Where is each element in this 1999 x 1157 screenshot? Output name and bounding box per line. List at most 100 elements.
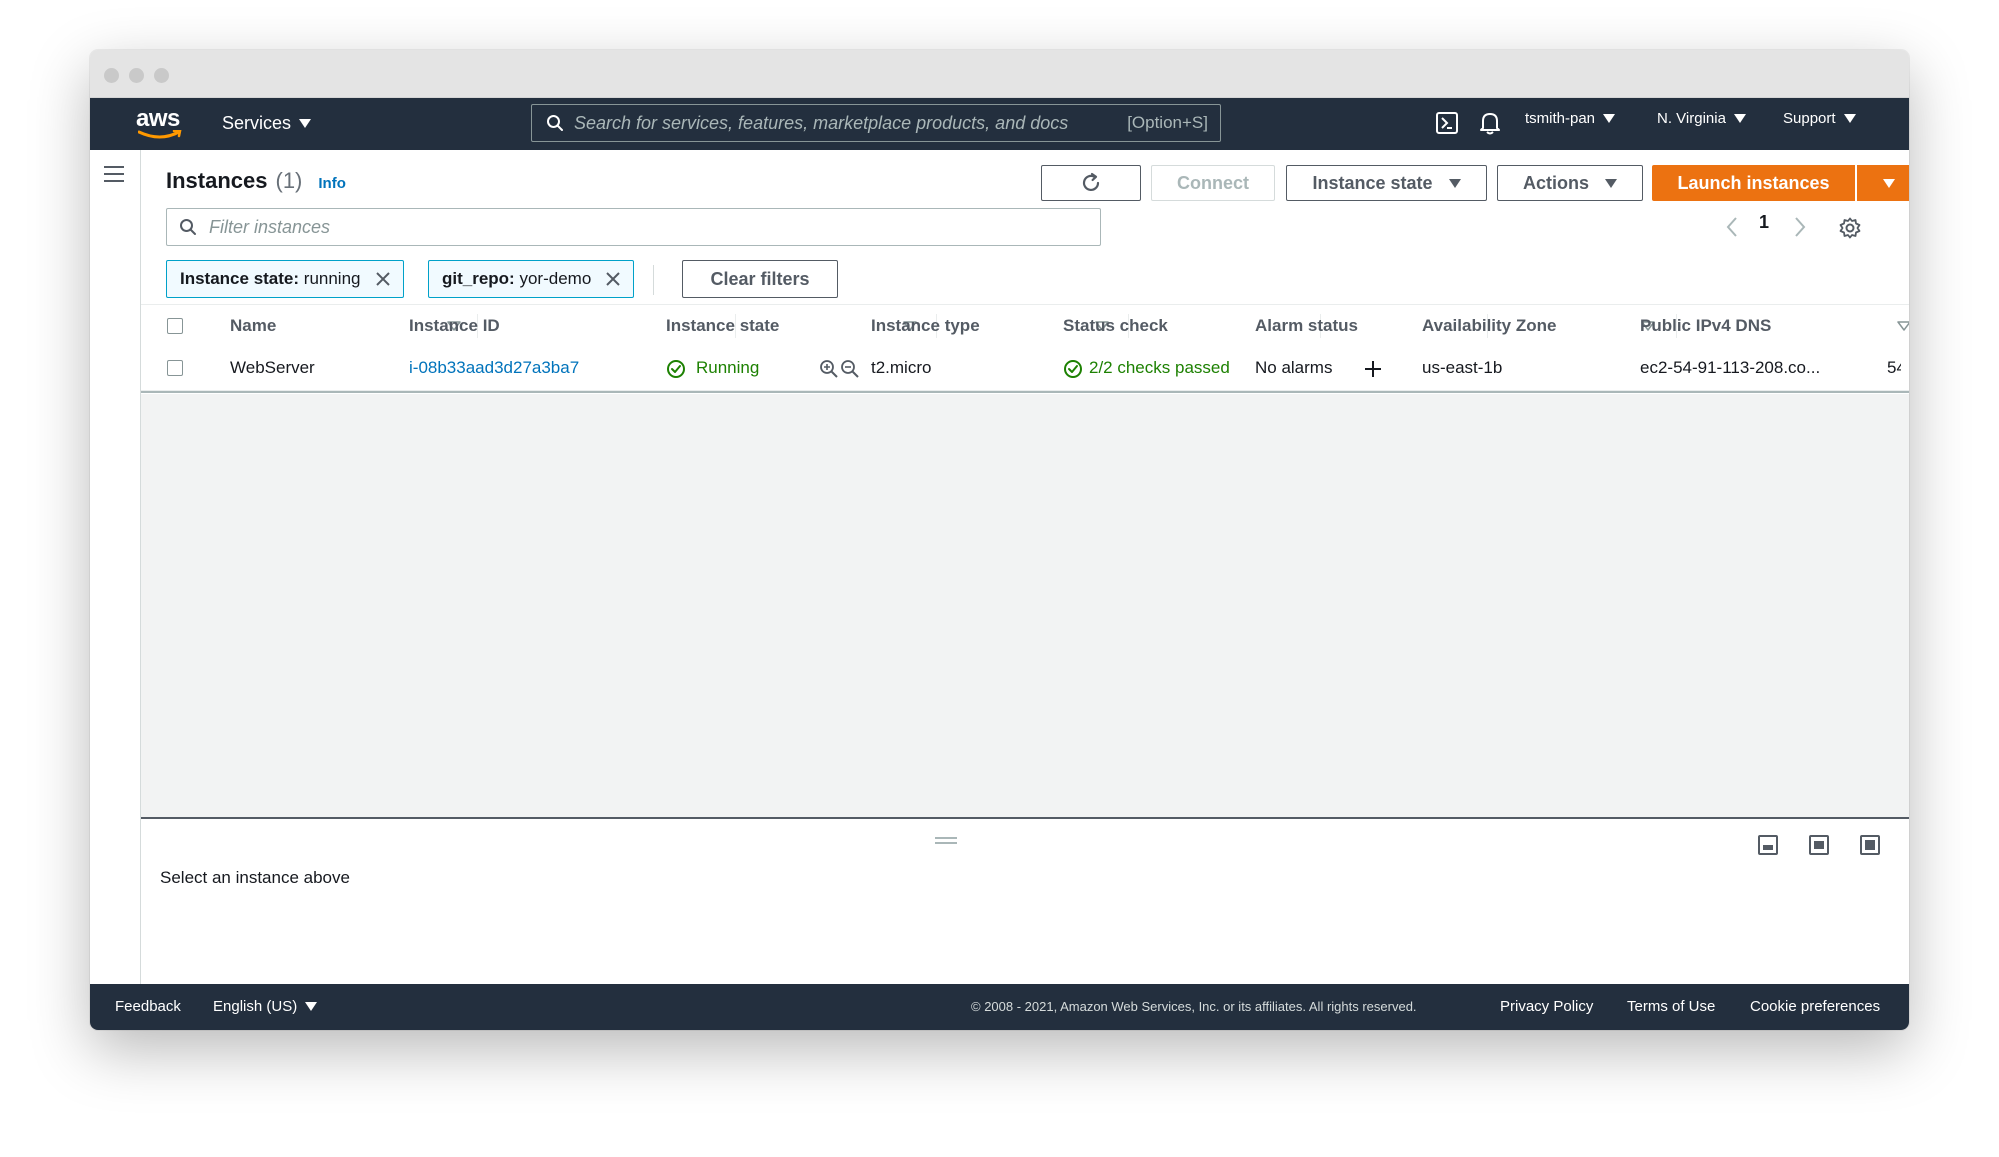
panel-bottom-icon[interactable] [1758,835,1778,855]
launch-instances-label: Launch instances [1677,172,1830,193]
cloudshell-icon[interactable] [1436,112,1458,134]
chevron-down-icon [1733,114,1746,123]
window-close-dot[interactable] [104,68,119,83]
page-number[interactable]: 1 [1759,212,1769,233]
cell-instance-id-link[interactable]: i-08b33aad3d27a3ba7 [409,358,579,378]
clear-filters-button[interactable]: Clear filters [682,260,838,298]
clear-filters-label: Clear filters [710,268,810,289]
filter-token-text: git_repo: yor-demo [442,269,591,289]
table-row[interactable]: WebServer i-08b33aad3d27a3ba7 Running t2… [141,346,1909,391]
split-panel-message: Select an instance above [160,868,350,887]
top-navigation: aws Services Search for services, featur… [90,98,1909,150]
account-name: tsmith-pan [1525,110,1596,127]
divider [653,265,654,295]
close-icon[interactable] [375,271,391,287]
cookie-preferences-link[interactable]: Cookie preferences [1750,998,1880,1015]
check-circle-icon [1064,360,1082,378]
row-select-checkbox[interactable] [167,360,183,376]
details-split-panel: Select an instance above [141,817,1909,987]
panel-full-icon[interactable] [1860,835,1880,855]
window-maximize-dot[interactable] [154,68,169,83]
launch-instances-button[interactable]: Launch instances [1652,165,1855,201]
filter-instances-input[interactable]: Filter instances [166,208,1101,246]
cell-availability-zone: us-east-1b [1422,358,1503,377]
column-header-alarm-status[interactable]: Alarm status [1255,316,1358,336]
instance-count: (1) [275,168,303,193]
column-header-availability-zone[interactable]: Availability Zone [1422,316,1556,336]
services-label: Services [222,113,292,133]
filter-token-text: Instance state: running [180,269,361,289]
region-name: N. Virginia [1657,110,1726,127]
search-placeholder: Search for services, features, marketpla… [574,112,1069,133]
filter-token-value: running [303,269,361,288]
column-header-name[interactable]: Name [230,316,276,336]
search-icon [547,115,563,131]
chevron-down-icon [1448,178,1461,188]
column-header-instance-id[interactable]: Instance ID [409,316,500,336]
support-label: Support [1783,110,1836,127]
chevron-down-icon [1605,178,1617,188]
column-header-public-ipv4-dns[interactable]: Public IPv4 DNS [1640,316,1771,336]
info-link[interactable]: Info [318,175,346,192]
cell-status-check[interactable]: 2/2 checks passed [1089,358,1257,378]
column-header-instance-type[interactable]: Instance type [871,316,980,336]
search-icon [180,219,196,235]
table-bottom-border [141,391,1909,393]
region-menu[interactable]: N. Virginia [1657,110,1746,127]
chevron-right-icon[interactable] [1793,216,1807,238]
cell-instance-type: t2.micro [871,358,932,377]
bell-icon[interactable] [1479,111,1501,135]
account-menu[interactable]: tsmith-pan [1525,110,1616,127]
column-header-status-check[interactable]: Status check [1063,316,1168,336]
refresh-button[interactable] [1041,165,1141,201]
support-menu[interactable]: Support [1783,110,1856,127]
feedback-link[interactable]: Feedback [115,998,181,1015]
cell-public-ipv4-truncated: 54 [1887,358,1901,377]
zoom-in-icon[interactable] [819,359,839,379]
actions-dropdown[interactable]: Actions [1497,165,1643,201]
panel-side-icon[interactable] [1809,835,1829,855]
instance-state-dropdown[interactable]: Instance state [1286,165,1487,201]
filter-token-value: yor-demo [519,269,592,288]
column-header-instance-state[interactable]: Instance state [666,316,779,336]
global-search-input[interactable]: Search for services, features, marketpla… [531,104,1221,142]
side-navigation-toggle-bar [90,150,141,984]
close-icon[interactable] [605,271,621,287]
filter-token-git-repo: git_repo: yor-demo [428,260,635,298]
plus-icon[interactable] [1363,359,1383,379]
drag-handle-icon[interactable] [935,837,957,847]
aws-logo[interactable]: aws [136,106,188,142]
launch-options-dropdown[interactable] [1857,165,1909,201]
cell-instance-state: Running [696,358,760,377]
connect-button[interactable]: Connect [1151,165,1275,201]
chevron-left-icon[interactable] [1725,216,1739,238]
filter-token-instance-state: Instance state: running [166,260,404,298]
instance-state-label: Instance state [1312,172,1433,193]
settings-gear-icon[interactable] [1838,216,1862,240]
page-title: Instances (1) Info [166,168,346,194]
cell-alarm-status: No alarms [1255,358,1333,377]
language-label: English (US) [213,998,298,1015]
hamburger-icon[interactable] [104,166,124,187]
zoom-out-icon[interactable] [840,359,860,379]
services-menu[interactable]: Services [222,113,312,134]
select-all-checkbox[interactable] [167,318,183,334]
privacy-policy-link[interactable]: Privacy Policy [1500,998,1593,1015]
check-circle-icon [667,360,685,378]
terms-of-use-link[interactable]: Terms of Use [1627,998,1715,1015]
browser-window: aws Services Search for services, featur… [90,50,1909,1030]
title-bar [90,50,1909,98]
aws-smile-icon [138,130,182,139]
window-minimize-dot[interactable] [129,68,144,83]
sort-caret-icon[interactable] [1897,321,1909,331]
page-title-text: Instances [166,168,268,193]
connect-label: Connect [1177,172,1249,193]
filter-placeholder: Filter instances [209,216,331,237]
chevron-down-icon [1603,114,1616,123]
filter-token-key: Instance state: [180,269,300,288]
refresh-icon [1082,172,1100,192]
language-selector[interactable]: English (US) [213,998,318,1015]
instances-table-container: Instances (1) Info Connect Instance stat… [141,150,1909,394]
cell-name: WebServer [230,358,315,377]
chevron-down-icon [305,1002,318,1011]
